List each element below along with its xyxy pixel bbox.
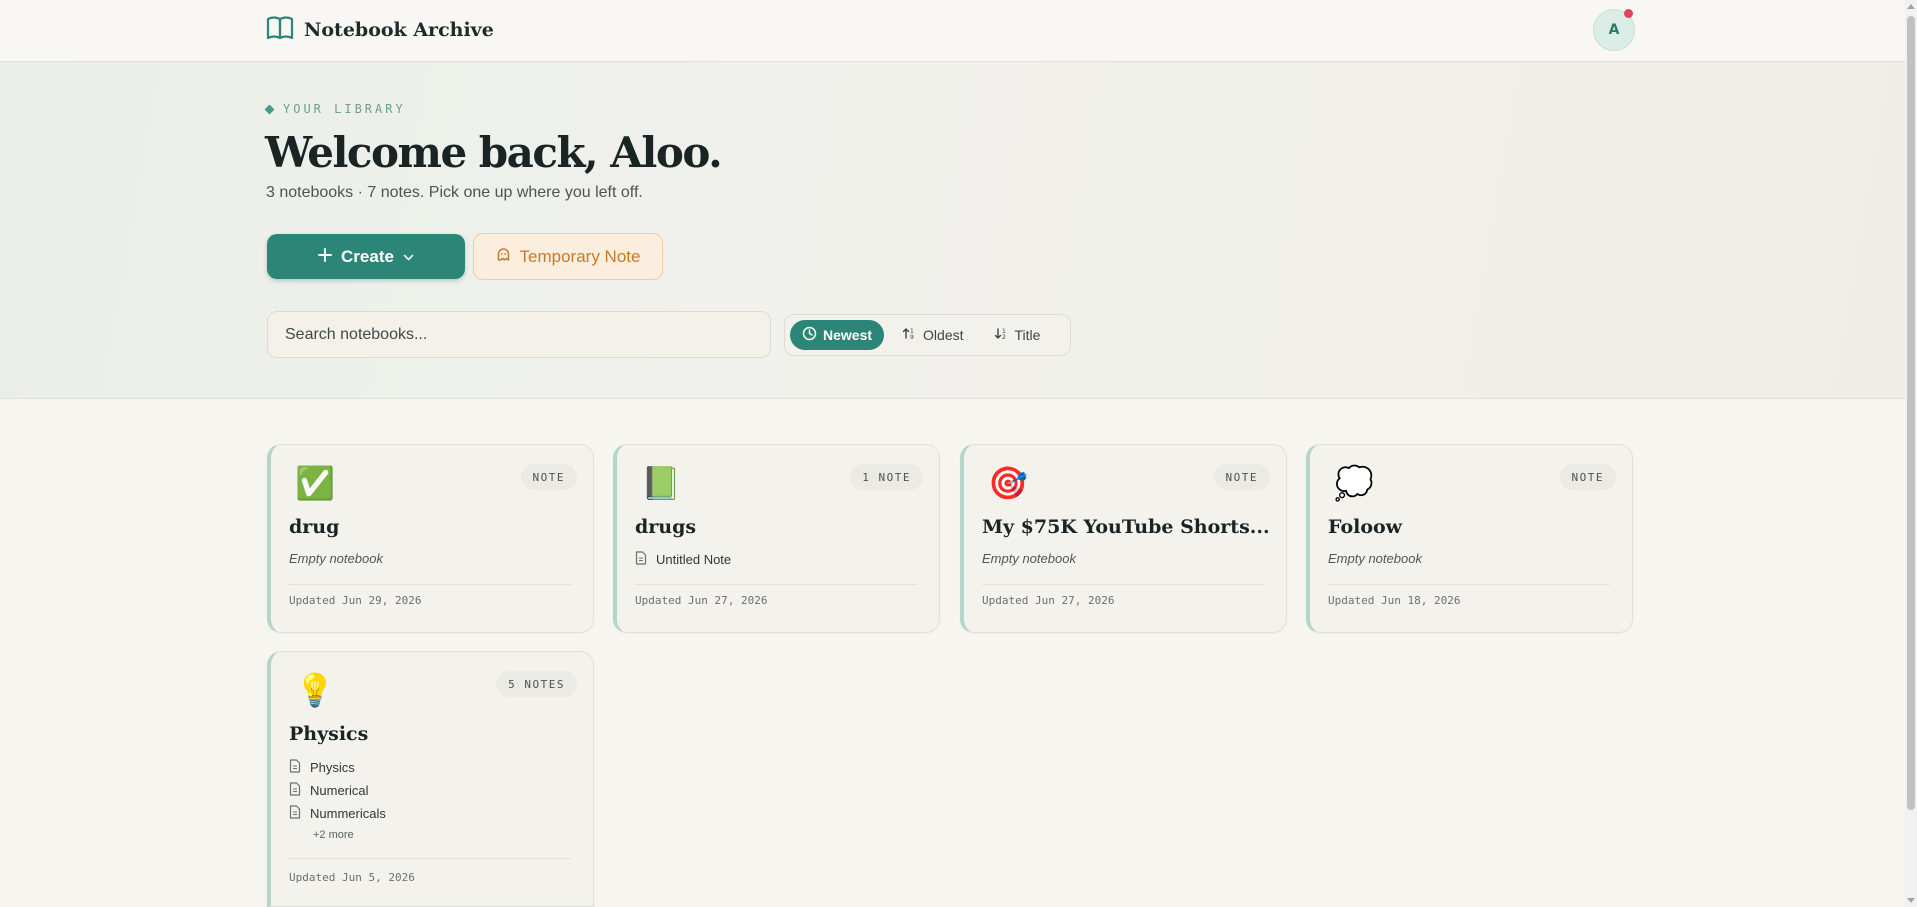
sort-title-label: Title <box>1014 327 1041 343</box>
notebook-title: drugs <box>635 516 697 538</box>
updated-date: Updated Jun 27, 2026 <box>635 594 768 607</box>
diamond-icon <box>264 104 275 114</box>
note-item[interactable]: Untitled Note <box>635 551 731 568</box>
target-icon: 🎯 <box>988 465 1028 501</box>
sort-title-button[interactable]: 12 Title <box>982 320 1053 350</box>
create-label: Create <box>341 246 394 266</box>
note-count-badge: 5 NOTES <box>496 671 577 697</box>
updated-date: Updated Jun 27, 2026 <box>982 594 1115 607</box>
avatar-initial: A <box>1608 22 1620 38</box>
scroll-thumb[interactable] <box>1907 16 1915 810</box>
empty-notebook-text: Empty notebook <box>1328 551 1422 566</box>
temporary-note-button[interactable]: Temporary Note <box>473 233 663 280</box>
temporary-note-label: Temporary Note <box>519 246 641 266</box>
sort-newest-label: Newest <box>823 327 873 343</box>
vertical-scrollbar[interactable] <box>1905 0 1917 907</box>
sort-newest-button[interactable]: Newest <box>790 320 885 350</box>
notebook-card-physics[interactable]: 💡 5 NOTES Physics Physics Numerical Numm… <box>267 651 594 907</box>
note-title: Untitled Note <box>656 552 732 567</box>
card-divider <box>982 584 1264 585</box>
eyebrow-label: YOUR LIBRARY <box>283 102 406 116</box>
notebook-card-drug[interactable]: ✅ NOTE drug Empty notebook Updated Jun 2… <box>267 444 594 633</box>
note-title: Nummericals <box>310 806 386 821</box>
notebook-card-foloow[interactable]: 💭 NOTE Foloow Empty notebook Updated Jun… <box>1306 444 1633 633</box>
clock-icon <box>802 326 817 344</box>
notebook-title: My $75K YouTube Shorts... <box>982 516 1270 538</box>
top-bar: Notebook Archive A <box>0 0 1905 62</box>
note-count-badge: NOTE <box>1213 464 1270 490</box>
sort-oldest-label: Oldest <box>923 327 964 343</box>
empty-notebook-text: Empty notebook <box>982 551 1076 566</box>
open-book-icon <box>266 15 294 46</box>
card-divider <box>289 858 571 859</box>
document-icon <box>289 805 301 822</box>
updated-date: Updated Jun 29, 2026 <box>289 594 422 607</box>
hero-section: YOUR LIBRARY Welcome back, Aloo. 3 noteb… <box>0 62 1905 399</box>
create-button[interactable]: Create <box>267 234 465 279</box>
note-title: Numerical <box>310 783 369 798</box>
note-item[interactable]: Nummericals <box>289 805 386 822</box>
avatar[interactable]: A <box>1593 9 1635 51</box>
search-input[interactable] <box>285 325 770 344</box>
notebook-title: Physics <box>289 723 369 745</box>
scroll-up-arrow-icon[interactable] <box>1907 4 1915 9</box>
note-count-badge: NOTE <box>520 464 577 490</box>
notification-dot <box>1624 9 1633 18</box>
sort-ascending-icon: 19 <box>902 326 917 344</box>
chevron-down-icon <box>403 247 414 267</box>
card-divider <box>635 584 917 585</box>
note-item[interactable]: Physics <box>289 759 355 776</box>
notebook-card-drugs[interactable]: 📗 1 NOTE drugs Untitled Note Updated Jun… <box>613 444 940 633</box>
notebook-title: drug <box>289 516 340 538</box>
brand[interactable]: Notebook Archive <box>266 14 494 46</box>
sort-alpha-icon: 12 <box>994 326 1009 344</box>
sort-oldest-button[interactable]: 19 Oldest <box>890 320 975 350</box>
more-notes-link[interactable]: +2 more <box>313 829 354 841</box>
eyebrow: YOUR LIBRARY <box>264 102 406 116</box>
card-divider <box>289 584 571 585</box>
note-title: Physics <box>310 760 355 775</box>
note-count-badge: 1 NOTE <box>850 464 923 490</box>
note-count-badge: NOTE <box>1559 464 1616 490</box>
thought-bubble-icon: 💭 <box>1334 465 1374 501</box>
plus-icon <box>318 247 333 267</box>
check-mark-icon: ✅ <box>295 465 335 501</box>
document-icon <box>289 759 301 776</box>
sort-toggle: Newest 19 Oldest 12 Title <box>784 314 1071 356</box>
note-item[interactable]: Numerical <box>289 782 369 799</box>
scroll-down-arrow-icon[interactable] <box>1907 898 1915 903</box>
empty-notebook-text: Empty notebook <box>289 551 383 566</box>
page-title: Welcome back, Aloo. <box>265 128 723 177</box>
document-icon <box>635 551 647 568</box>
updated-date: Updated Jun 5, 2026 <box>289 871 415 884</box>
notebook-card-youtube-shorts[interactable]: 🎯 NOTE My $75K YouTube Shorts... Empty n… <box>960 444 1287 633</box>
card-divider <box>1328 584 1610 585</box>
app-title: Notebook Archive <box>304 19 494 41</box>
ghost-icon <box>496 247 511 267</box>
document-icon <box>289 782 301 799</box>
search-box <box>267 311 771 358</box>
light-bulb-icon: 💡 <box>295 672 335 708</box>
library-summary: 3 notebooks · 7 notes. Pick one up where… <box>266 184 643 201</box>
updated-date: Updated Jun 18, 2026 <box>1328 594 1461 607</box>
svg-text:2: 2 <box>1002 334 1006 341</box>
green-book-icon: 📗 <box>641 465 681 501</box>
svg-text:9: 9 <box>910 334 914 341</box>
notebook-title: Foloow <box>1328 516 1403 538</box>
